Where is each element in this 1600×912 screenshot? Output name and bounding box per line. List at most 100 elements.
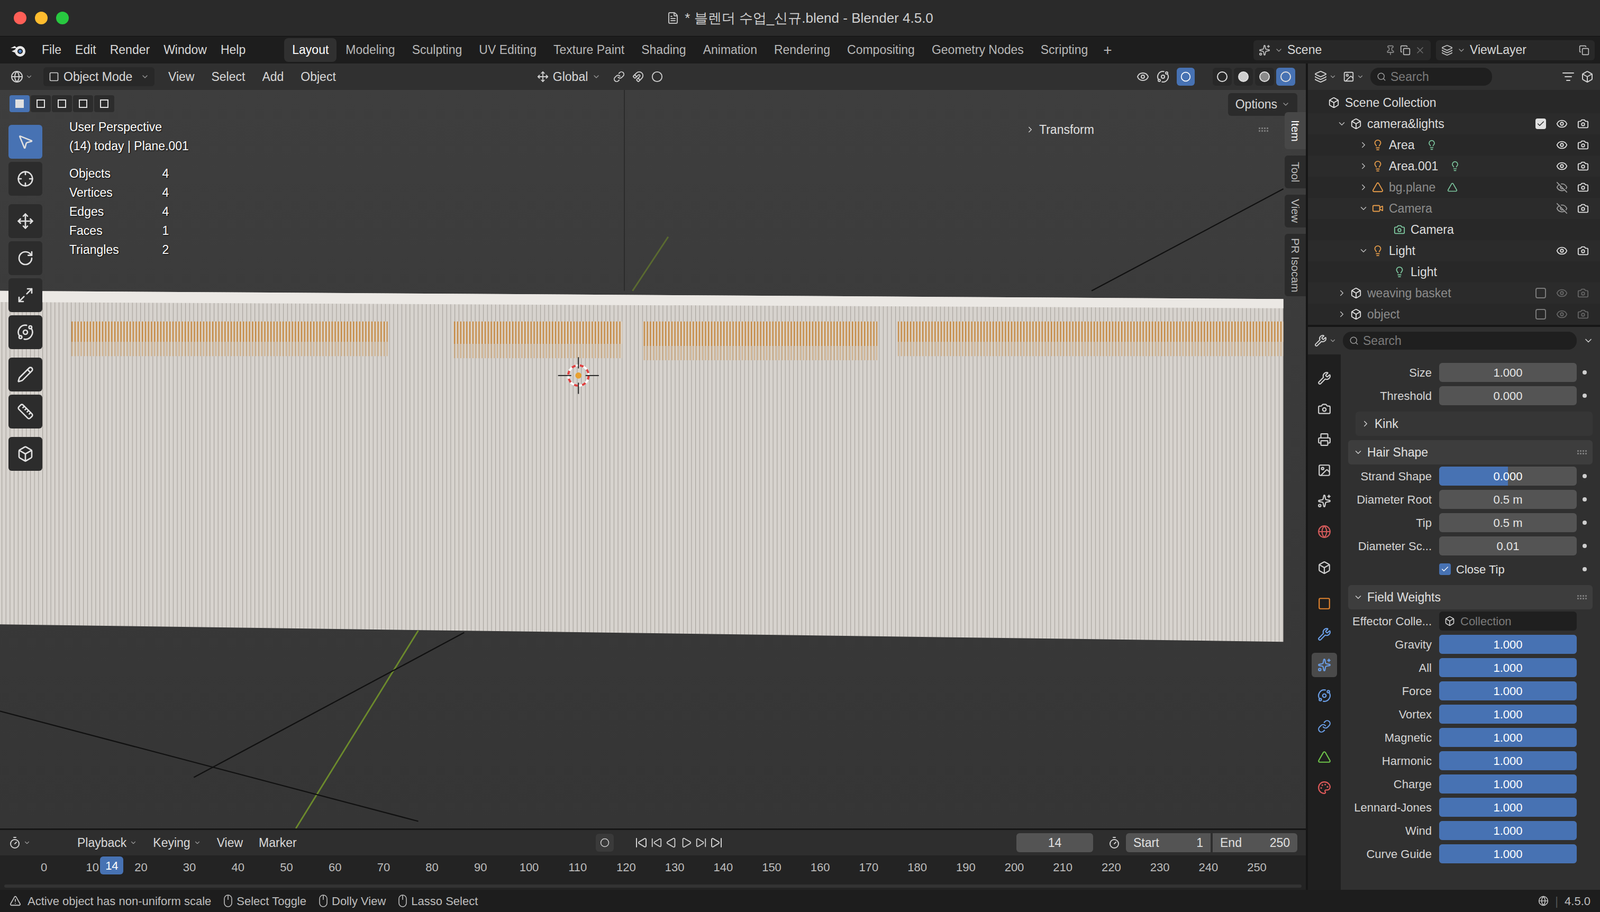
timeline-scrollbar[interactable] — [4, 884, 1302, 888]
panel-header[interactable]: Hair Shape — [1348, 440, 1593, 465]
outliner-row[interactable]: Area.001 — [1307, 155, 1600, 177]
overlays-button[interactable] — [1176, 67, 1195, 86]
viewport-render[interactable] — [0, 89, 1306, 829]
timeline-menu[interactable]: View — [211, 833, 249, 853]
properties-tab[interactable] — [1311, 622, 1338, 647]
viewport-menu[interactable]: View — [161, 67, 201, 87]
viewport-menu[interactable]: Add — [255, 67, 290, 87]
property-field[interactable]: 0.5 m — [1439, 513, 1577, 533]
select-mode-button[interactable] — [9, 95, 30, 113]
property-slider[interactable]: 1.000 — [1439, 797, 1577, 817]
properties-tab[interactable] — [1311, 744, 1338, 770]
keyframe-dot[interactable] — [1582, 370, 1587, 375]
filter-icon[interactable] — [1561, 70, 1575, 84]
timeline-ruler[interactable]: 0102030405060708090100110120130140150160… — [0, 855, 1306, 890]
hidden-eye-icon[interactable] — [1556, 181, 1568, 194]
workspace-tab[interactable]: Compositing — [839, 38, 923, 62]
property-field[interactable]: 0.01 — [1439, 536, 1577, 556]
menu-item[interactable]: Help — [213, 40, 253, 60]
display-mode-button[interactable] — [1342, 70, 1365, 83]
viewport[interactable]: OptionsUser Perspective(14) today | Plan… — [0, 89, 1306, 829]
expand-icon[interactable] — [1358, 182, 1369, 193]
render-icon[interactable] — [1577, 160, 1589, 172]
properties-tab[interactable] — [1311, 591, 1338, 616]
outliner-search[interactable]: Search — [1370, 67, 1493, 86]
tool-button[interactable] — [8, 394, 43, 429]
property-field[interactable]: 1.000 — [1439, 362, 1577, 383]
outliner-row[interactable]: weaving basket — [1307, 282, 1600, 304]
property-slider[interactable]: 1.000 — [1439, 704, 1577, 724]
outliner-row[interactable]: camera&lights — [1307, 113, 1600, 135]
grip-icon[interactable] — [1258, 126, 1269, 133]
timeline-menu[interactable]: Marker — [253, 833, 303, 853]
visibility-eye-icon[interactable] — [1556, 308, 1568, 321]
expand-icon[interactable] — [1337, 288, 1347, 298]
property-slider[interactable]: 1.000 — [1439, 728, 1577, 748]
sidebar-tab[interactable]: View — [1284, 194, 1306, 228]
visibility-eye-icon[interactable] — [1556, 117, 1568, 130]
properties-tab[interactable] — [1311, 366, 1338, 391]
properties-tab[interactable] — [1311, 427, 1338, 452]
next-keyframe-icon[interactable] — [695, 837, 707, 849]
window-control-button[interactable] — [34, 11, 48, 25]
workspace-tab[interactable]: Sculpting — [404, 38, 471, 62]
timeline-menu[interactable]: Playback — [71, 833, 143, 853]
expand-icon[interactable] — [1358, 203, 1369, 214]
tool-button[interactable] — [8, 315, 43, 350]
viewport-menu[interactable]: Select — [204, 67, 252, 87]
property-field[interactable]: 0.000 — [1439, 386, 1577, 406]
gizmo-icon[interactable] — [1156, 70, 1170, 84]
property-slider[interactable]: 1.000 — [1439, 681, 1577, 701]
outliner-row[interactable]: Camera — [1307, 197, 1600, 220]
render-icon[interactable] — [1577, 139, 1589, 151]
workspace-tab[interactable]: Scripting — [1032, 38, 1096, 62]
exclude-checkbox[interactable] — [1535, 308, 1547, 320]
expand-icon[interactable] — [1358, 246, 1369, 256]
properties-tab[interactable] — [1311, 458, 1338, 483]
outliner-root-row[interactable]: Scene Collection — [1307, 92, 1600, 114]
keyframe-dot[interactable] — [1582, 474, 1587, 479]
proportional-edit-icon[interactable] — [651, 70, 663, 83]
render-icon[interactable] — [1577, 181, 1589, 194]
expand-icon[interactable] — [1337, 119, 1347, 129]
select-mode-button[interactable] — [30, 95, 51, 113]
tool-button[interactable] — [8, 241, 43, 276]
property-field[interactable]: 0.5 m — [1439, 489, 1577, 509]
start-frame-field[interactable]: Start1 — [1125, 833, 1211, 853]
tool-button[interactable] — [8, 204, 43, 239]
outliner-row[interactable]: Light — [1307, 240, 1600, 262]
keyframe-dot[interactable] — [1582, 567, 1587, 572]
properties-tab[interactable] — [1311, 652, 1338, 678]
editor-type-button[interactable] — [1314, 70, 1337, 84]
properties-tab[interactable] — [1311, 396, 1338, 422]
orientation-selector[interactable]: Global — [531, 67, 606, 87]
render-icon[interactable] — [1577, 117, 1589, 130]
window-control-button[interactable] — [56, 11, 69, 25]
options-dropdown-icon[interactable] — [1583, 335, 1594, 347]
menu-item[interactable]: File — [34, 40, 69, 60]
jump-end-icon[interactable] — [710, 836, 723, 850]
properties-tab[interactable] — [1311, 683, 1338, 708]
menu-item[interactable]: Window — [156, 40, 214, 60]
tool-button[interactable] — [8, 278, 43, 313]
outliner-row[interactable]: bg.plane — [1307, 176, 1600, 198]
sidebar-tab[interactable]: PR Isocam — [1284, 233, 1306, 297]
snap-icon[interactable] — [632, 70, 644, 83]
render-icon[interactable] — [1577, 308, 1589, 321]
shading-mode-button[interactable] — [1255, 67, 1275, 86]
playhead[interactable]: 14 — [100, 856, 124, 875]
view-layer-selector[interactable]: ViewLayer — [1435, 40, 1595, 61]
render-icon[interactable] — [1577, 287, 1589, 299]
current-frame-field[interactable]: 14 — [1016, 833, 1094, 853]
prev-keyframe-icon[interactable] — [650, 837, 663, 849]
keyframe-dot[interactable] — [1582, 543, 1587, 549]
collection-field[interactable]: Collection — [1439, 611, 1577, 631]
property-slider[interactable]: 1.000 — [1439, 844, 1577, 864]
timeline-menu[interactable]: Keying — [147, 833, 206, 853]
menu-item[interactable]: Edit — [68, 40, 104, 60]
sidebar-tab[interactable]: Item — [1284, 112, 1306, 150]
outliner-row[interactable]: object — [1307, 303, 1600, 325]
editor-type-button[interactable] — [1314, 334, 1337, 348]
mode-selector[interactable]: Object Mode — [43, 67, 155, 87]
render-icon[interactable] — [1577, 244, 1589, 257]
